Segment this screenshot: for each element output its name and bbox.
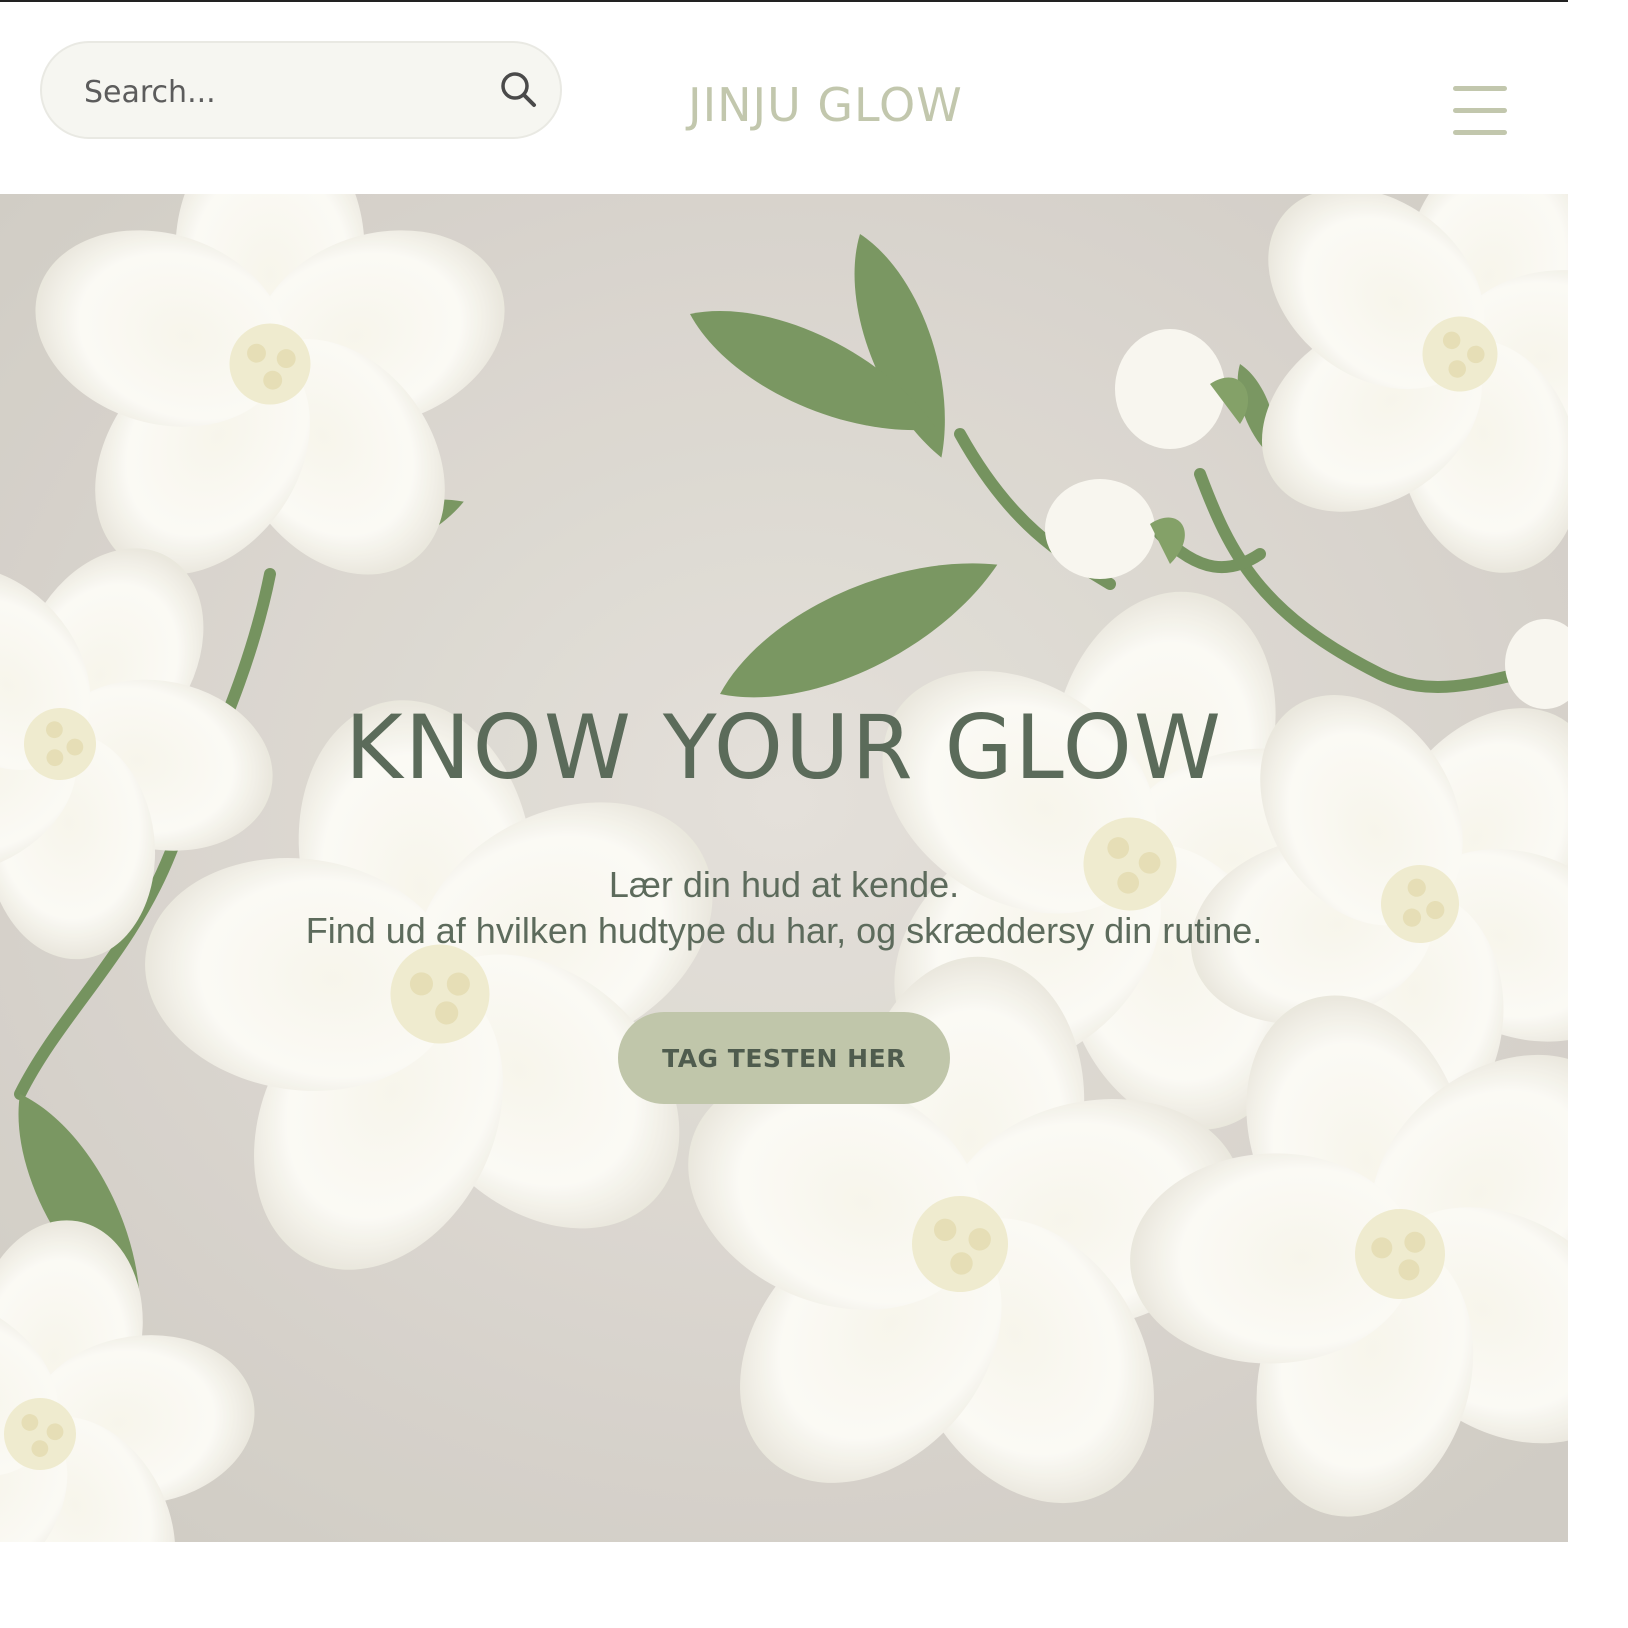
take-test-button[interactable]: TAG TESTEN HER — [618, 1012, 950, 1104]
site-header: JINJU GLOW — [0, 2, 1568, 194]
hero-title: KNOW YOUR GLOW — [345, 696, 1223, 799]
hero-subtitle-line-1: Lær din hud at kende. — [608, 864, 960, 905]
search-input[interactable] — [82, 63, 486, 121]
hamburger-menu-icon[interactable] — [1450, 86, 1508, 138]
site-logo[interactable]: JINJU GLOW — [688, 78, 978, 132]
search-icon[interactable] — [497, 68, 541, 112]
search-bar[interactable] — [40, 41, 562, 139]
hero-section: KNOW YOUR GLOW Lær din hud at kende. Fin… — [0, 194, 1568, 1542]
hero-subtitle-line-2: Find ud af hvilken hudtype du har, og sk… — [305, 910, 1263, 951]
